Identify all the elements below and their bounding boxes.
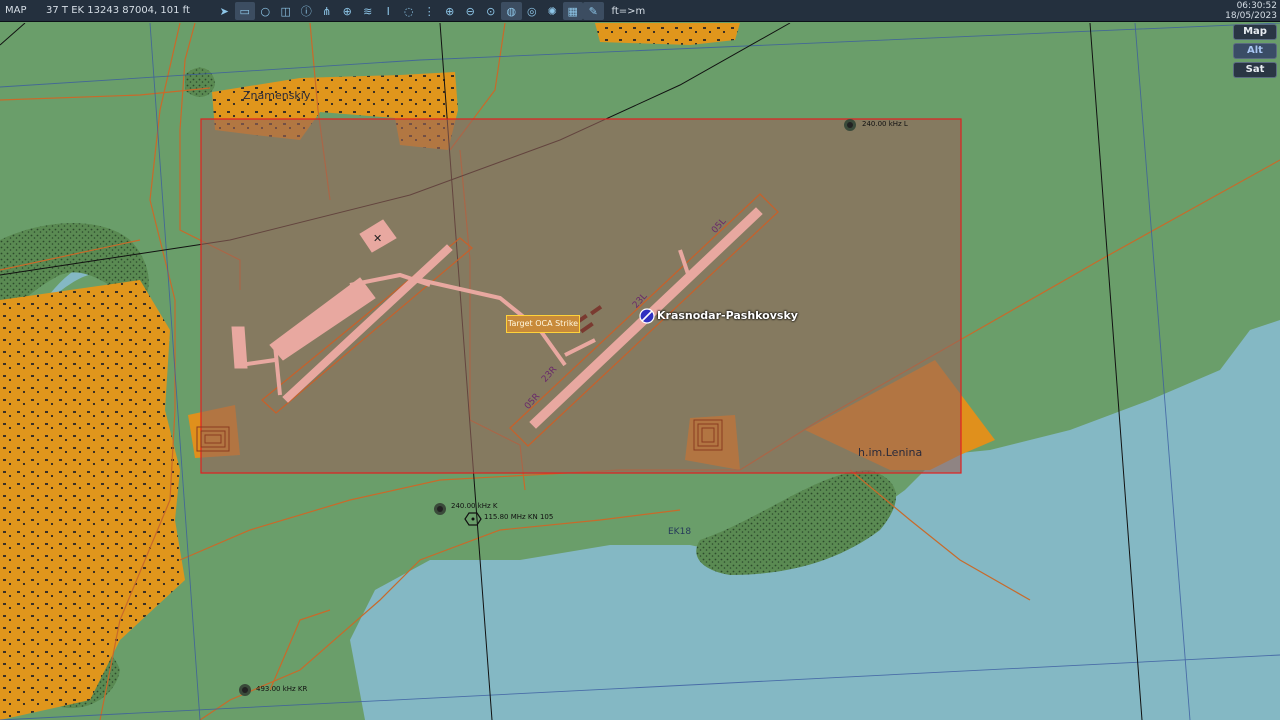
units-toggle[interactable]: ft=>m — [612, 6, 646, 17]
map-canvas: ✕ — [0, 23, 1280, 720]
waypoint-icon[interactable]: ⋮ — [419, 2, 440, 20]
tool-strip: ➤ ▭ ○ ◫ ⓘ ⋔ ⊕ ≋ Ⅰ ◌ ⋮ ⊕ ⊖ ⊙ ◍ ◎ ✺ ▦ ✎ ft… — [214, 2, 645, 20]
top-toolbar: MAP 37 T EK 13243 87004, 101 ft ➤ ▭ ○ ◫ … — [0, 0, 1280, 22]
pencil-icon[interactable]: ✎ — [583, 2, 604, 20]
zoom-out-icon[interactable]: ⊖ — [460, 2, 481, 20]
layers-icon[interactable]: ◫ — [276, 2, 297, 20]
clock-time: 06:30:52 — [1236, 1, 1277, 11]
zoom-reset-icon[interactable]: ⊙ — [481, 2, 502, 20]
layer-button-sat[interactable]: Sat — [1233, 62, 1277, 78]
cursor-coordinates: 37 T EK 13243 87004, 101 ft — [46, 5, 190, 16]
helipad-marker: ✕ — [373, 232, 382, 245]
zoom-in-icon[interactable]: ⊕ — [440, 2, 461, 20]
sun-icon[interactable]: ✺ — [542, 2, 563, 20]
urban-area — [595, 23, 740, 45]
layer-button-alt[interactable]: Alt — [1233, 43, 1277, 59]
network-icon[interactable]: ⋔ — [317, 2, 338, 20]
target-oca-strike-marker[interactable]: Target OCA Strike — [506, 315, 580, 333]
mode-label: MAP — [5, 5, 27, 16]
pointer-icon[interactable]: ➤ — [214, 2, 235, 20]
map-view[interactable]: ✕ Znamenskiy h.im.Lenina Krasnodar-Pashk… — [0, 23, 1280, 720]
radar-icon[interactable]: ◎ — [522, 2, 543, 20]
ruler-icon[interactable]: ▭ — [234, 2, 255, 20]
crosshair-icon[interactable]: ⊕ — [337, 2, 358, 20]
circle-icon[interactable]: ○ — [255, 2, 276, 20]
layer-button-map[interactable]: Map — [1233, 24, 1277, 40]
clock: 06:30:52 18/05/2023 — [1225, 1, 1277, 21]
info-icon[interactable]: ⓘ — [296, 2, 317, 20]
target-area-box — [200, 118, 962, 474]
signal-icon[interactable]: ≋ — [358, 2, 379, 20]
globe-icon[interactable]: ◍ — [501, 2, 522, 20]
grid-icon[interactable]: ▦ — [562, 2, 583, 20]
chat-icon[interactable]: ◌ — [399, 2, 420, 20]
clock-date: 18/05/2023 — [1225, 11, 1277, 21]
tower-icon[interactable]: Ⅰ — [378, 2, 399, 20]
